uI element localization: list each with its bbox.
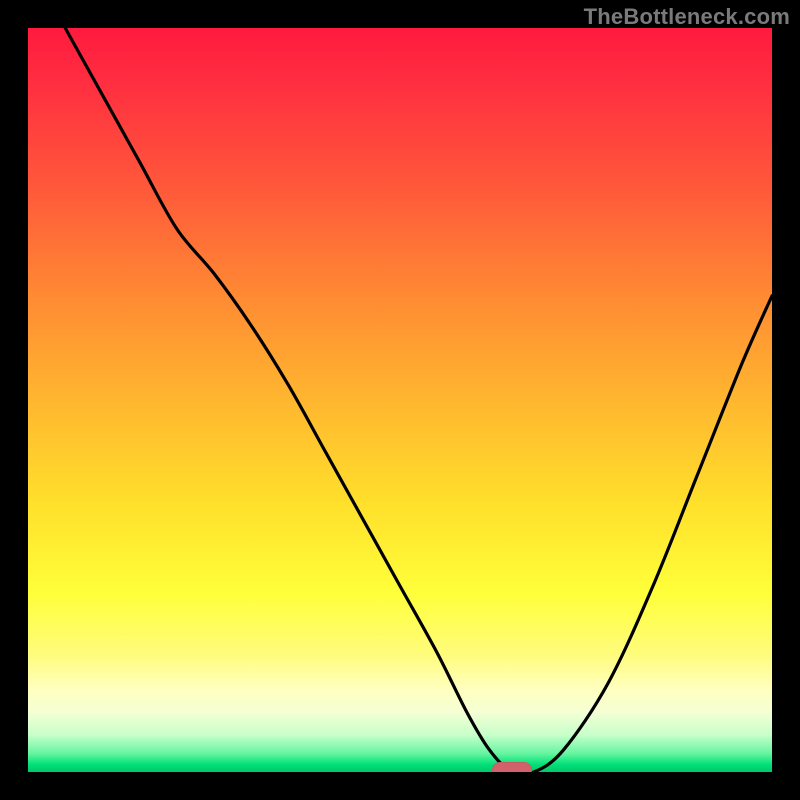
bottleneck-curve (28, 28, 772, 772)
watermark-text: TheBottleneck.com (584, 4, 790, 30)
optimal-marker (492, 762, 532, 772)
chart-frame: TheBottleneck.com (0, 0, 800, 800)
plot-area (28, 28, 772, 772)
